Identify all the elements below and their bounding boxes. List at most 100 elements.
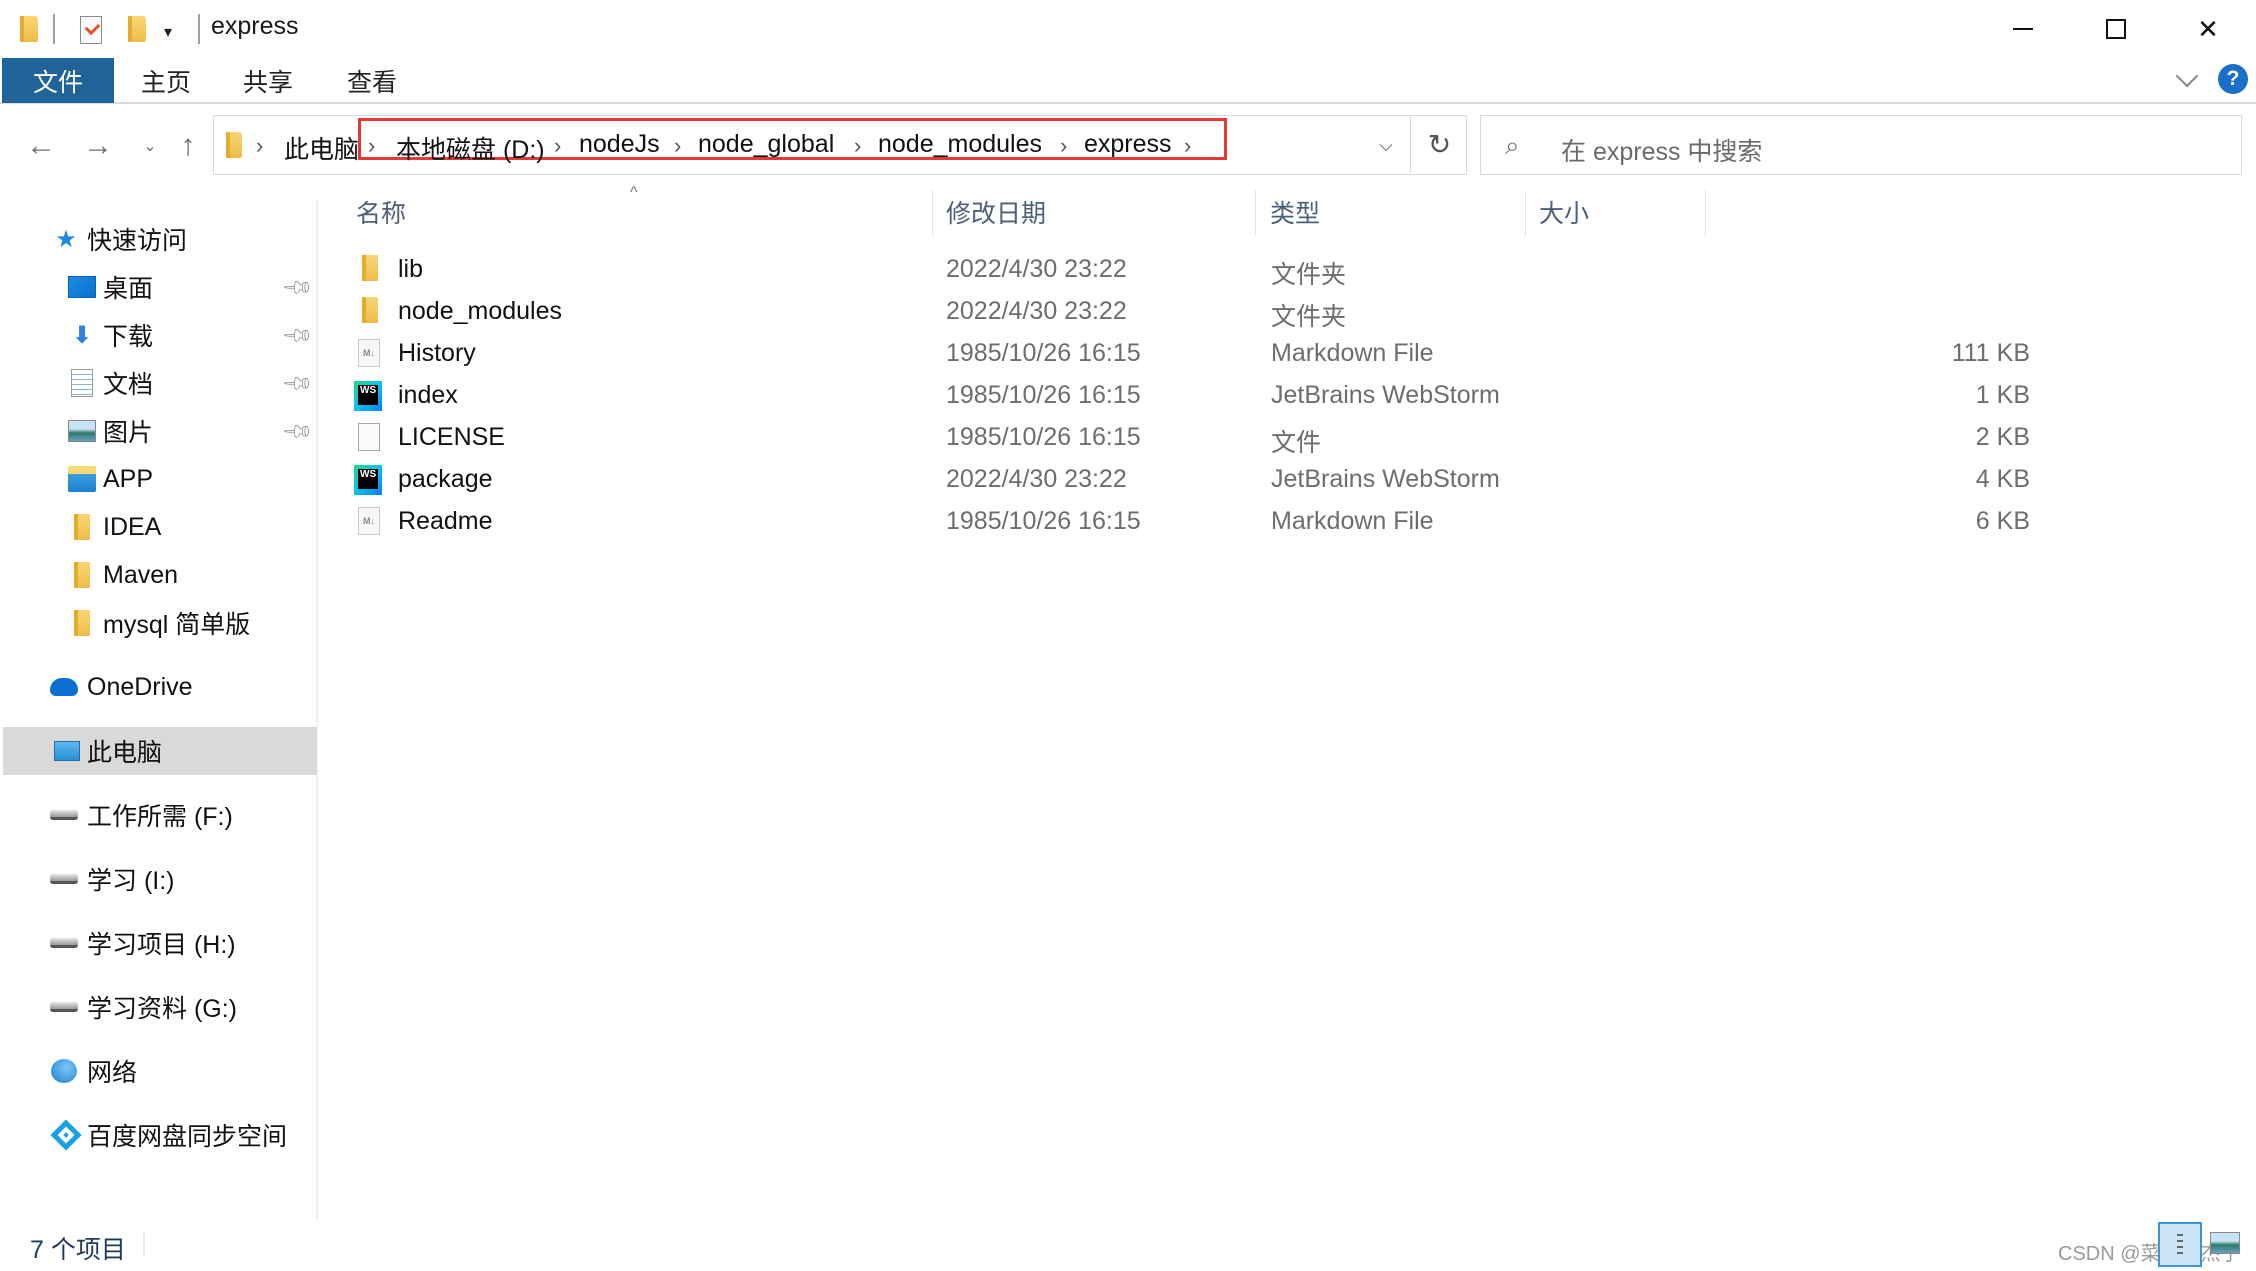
column-divider[interactable] [1705,190,1706,236]
chevron-right-icon[interactable]: › [554,133,561,159]
tab-view[interactable]: 查看 [336,58,408,103]
close-button[interactable]: ✕ [2162,0,2254,58]
sidebar-item-downloads[interactable]: ⬇ 下载 📌︎ [0,312,314,358]
drive-icon [50,874,78,884]
chevron-right-icon[interactable]: › [854,133,861,159]
properties-icon[interactable] [80,16,102,44]
column-divider[interactable] [1525,190,1526,236]
pin-icon[interactable]: 📌︎ [280,317,316,353]
chevron-right-icon[interactable]: › [368,133,375,159]
tab-share[interactable]: 共享 [232,58,304,103]
close-icon: ✕ [2197,13,2219,44]
breadcrumb-express[interactable]: express [1084,130,1172,159]
maximize-button[interactable] [2070,0,2162,58]
file-type: Markdown File [1271,507,1434,535]
window-title: express [211,12,299,40]
customize-toolbar-dropdown-icon[interactable]: ▾ [164,22,172,42]
file-row[interactable]: WS index 1985/10/26 16:15 JetBrains WebStor… [350,374,2030,416]
sidebar-item-mysql[interactable]: mysql 简单版 [0,600,314,646]
file-row[interactable]: M↓ Readme 1985/10/26 16:15 Markdown File 6 K… [350,500,2030,542]
sidebar-item-drive-i[interactable]: 学习 (I:) [0,856,314,902]
sidebar-item-label: 文档 [103,371,154,399]
up-button[interactable]: ↑ [168,126,208,166]
address-bar[interactable]: › 此电脑 › 本地磁盘 (D:) › nodeJs › node_global… [213,115,1467,175]
minimize-icon [2013,28,2033,30]
tab-file[interactable]: 文件 [2,58,114,103]
search-input[interactable]: 在 express 中搜索 [1561,132,1762,168]
pin-icon[interactable]: 📌︎ [280,269,316,305]
details-view-button[interactable] [2158,1222,2202,1267]
tab-home[interactable]: 主页 [130,58,202,103]
file-row[interactable]: LICENSE 1985/10/26 16:15 文件 2 KB [350,416,2030,458]
breadcrumb-drive-d[interactable]: 本地磁盘 (D:) [396,130,545,166]
pin-icon[interactable]: 📌︎ [280,413,316,449]
new-folder-icon[interactable] [128,16,146,42]
recent-locations-chevron-icon[interactable]: ⌄ [130,126,170,166]
sidebar-item-desktop[interactable]: 桌面 📌︎ [0,264,314,310]
navigation-pane: ★ 快速访问 桌面 📌︎ ⬇ 下载 📌︎ 文档 📌︎ 图片 📌︎ APP IDE… [0,200,318,1220]
column-header-size[interactable]: 大小 [1539,186,1589,238]
file-size: 6 KB [1975,507,2030,535]
forward-button[interactable]: → [78,126,118,166]
file-row[interactable]: WS package 2022/4/30 23:22 JetBrains WebSto… [350,458,2030,500]
sidebar-item-onedrive[interactable]: OneDrive [0,664,314,710]
toolbar-divider [53,14,55,44]
sidebar-item-drive-h[interactable]: 学习项目 (H:) [0,920,314,966]
sidebar-item-documents[interactable]: 文档 📌︎ [0,360,314,406]
sidebar-item-drive-g[interactable]: 学习资料 (G:) [0,984,314,1030]
item-count: 7 个项目 [30,1236,126,1264]
desktop-icon [68,276,96,298]
chevron-right-icon[interactable]: › [256,133,263,159]
minimize-button[interactable] [1977,0,2069,58]
column-header-name[interactable]: 名称 [356,186,406,238]
sidebar-item-label: Maven [103,560,179,589]
file-row[interactable]: node_modules 2022/4/30 23:22 文件夹 [350,290,2030,332]
breadcrumb-nodejs[interactable]: nodeJs [579,130,660,159]
onedrive-cloud-icon [50,678,78,696]
file-name: index [398,381,458,409]
file-modified-date: 1985/10/26 16:15 [946,507,1141,535]
column-divider[interactable] [1255,190,1256,236]
expand-ribbon-chevron-icon[interactable] [2172,68,2202,92]
pin-icon[interactable]: 📌︎ [280,365,316,401]
column-divider[interactable] [932,190,933,236]
sidebar-item-idea[interactable]: IDEA [0,504,314,550]
column-header-date[interactable]: 修改日期 [946,186,1046,238]
file-row[interactable]: lib 2022/4/30 23:22 文件夹 [350,248,2030,290]
file-list: ^ 名称 修改日期 类型 大小 lib 2022/4/30 23:22 文件夹 nod… [320,178,2256,1218]
ribbon: 文件 主页 共享 查看 ? [0,58,2256,104]
chevron-right-icon[interactable]: › [1184,133,1191,159]
file-type: 文件夹 [1271,303,1347,331]
large-icons-view-button[interactable] [2210,1232,2240,1254]
help-button[interactable]: ? [2218,64,2248,94]
breadcrumb-this-pc[interactable]: 此电脑 [284,130,359,166]
sidebar-item-maven[interactable]: Maven [0,552,314,598]
sidebar-item-quick-access[interactable]: ★ 快速访问 [0,216,314,262]
status-bar: 7 个项目 CSDN @菜鸟汴杰子 [0,1222,2256,1271]
sidebar-item-label: 学习 (I:) [87,867,175,895]
column-header-type[interactable]: 类型 [1270,186,1320,238]
sidebar-item-this-pc[interactable]: 此电脑 [3,727,317,775]
file-modified-date: 2022/4/30 23:22 [946,297,1127,325]
breadcrumb-node-modules[interactable]: node_modules [878,130,1042,159]
search-box[interactable]: ⌕ 在 express 中搜索 [1480,115,2242,175]
file-modified-date: 2022/4/30 23:22 [946,255,1127,283]
sidebar-item-baidu-sync[interactable]: 百度网盘同步空间 [0,1112,314,1158]
sidebar-item-drive-f[interactable]: 工作所需 (F:) [0,792,314,838]
file-row[interactable]: M↓ History 1985/10/26 16:15 Markdown File 11… [350,332,2030,374]
back-button[interactable]: ← [21,126,61,166]
file-name: lib [398,255,424,283]
sidebar-item-label: 学习项目 (H:) [87,931,236,959]
sidebar-item-label: 网络 [87,1059,138,1087]
file-type: JetBrains WebStorm [1271,465,1500,493]
address-history-dropdown-icon[interactable]: ⌵ [1361,118,1411,172]
network-icon [51,1059,77,1083]
sidebar-item-pictures[interactable]: 图片 📌︎ [0,408,314,454]
toolbar-divider [198,14,200,44]
refresh-button[interactable]: ↻ [1410,116,1468,173]
breadcrumb-node-global[interactable]: node_global [698,130,834,159]
chevron-right-icon[interactable]: › [674,133,681,159]
chevron-right-icon[interactable]: › [1060,133,1067,159]
sidebar-item-app[interactable]: APP [0,456,314,502]
sidebar-item-network[interactable]: 网络 [0,1048,314,1094]
